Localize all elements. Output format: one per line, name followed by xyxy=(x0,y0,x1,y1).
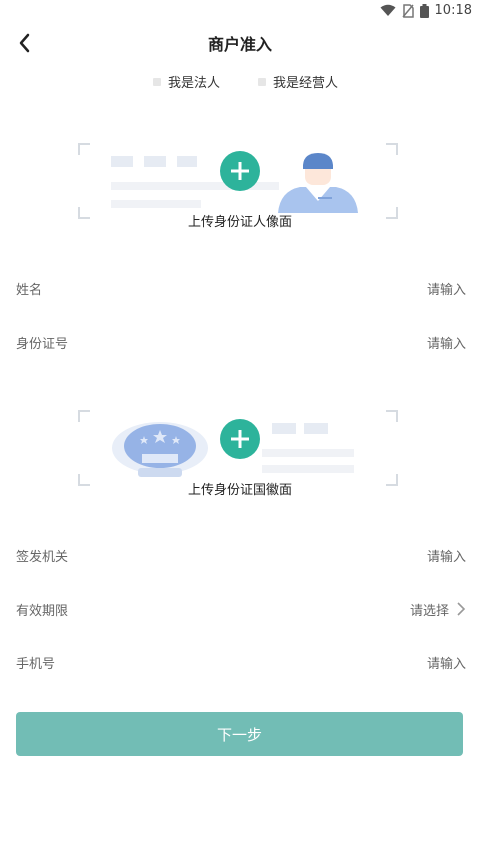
status-icons: 10:18 xyxy=(380,3,472,18)
upload-id-front-area[interactable] xyxy=(78,143,398,219)
add-photo-icon[interactable] xyxy=(220,419,260,459)
frame-corner xyxy=(78,410,90,422)
add-photo-icon[interactable] xyxy=(220,151,260,191)
id-placeholder-block xyxy=(144,156,166,167)
id-placeholder-line xyxy=(111,200,201,208)
name-label: 姓名 xyxy=(16,283,43,298)
phone-input[interactable]: 请输入 xyxy=(427,653,466,672)
role-legal-person-option[interactable]: 我是法人 xyxy=(153,72,220,91)
battery-icon xyxy=(419,3,429,18)
id-placeholder-line xyxy=(262,465,354,473)
frame-corner xyxy=(386,143,398,155)
checkbox-icon[interactable] xyxy=(153,77,161,86)
issuer-label: 签发机关 xyxy=(16,550,69,565)
frame-corner xyxy=(386,410,398,422)
next-step-button[interactable]: 下一步 xyxy=(16,712,463,756)
issuer-field-row[interactable]: 签发机关 请输入 xyxy=(16,546,466,568)
checkbox-icon[interactable] xyxy=(258,77,266,86)
id-placeholder-block xyxy=(304,423,328,434)
issuer-input[interactable]: 请输入 xyxy=(427,546,466,565)
id-placeholder-block xyxy=(177,156,197,167)
id-placeholder-line xyxy=(262,449,354,457)
frame-corner xyxy=(78,143,90,155)
id-number-field-row[interactable]: 身份证号 请输入 xyxy=(16,333,466,355)
validity-select[interactable]: 请选择 xyxy=(410,600,449,619)
role-operator-label: 我是经营人 xyxy=(273,76,339,91)
id-placeholder-block xyxy=(272,423,296,434)
id-number-label: 身份证号 xyxy=(16,337,69,352)
name-field-row[interactable]: 姓名 请输入 xyxy=(16,279,466,301)
upload-id-front-label: 上传身份证人像面 xyxy=(187,215,292,230)
validity-field-row[interactable]: 有效期限 请选择 xyxy=(16,600,466,622)
id-number-input[interactable]: 请输入 xyxy=(427,333,466,352)
role-legal-person-label: 我是法人 xyxy=(168,76,221,91)
status-time: 10:18 xyxy=(434,3,472,18)
upload-id-back-label: 上传身份证国徽面 xyxy=(187,483,292,498)
upload-id-back-area[interactable] xyxy=(78,410,398,486)
id-placeholder-block xyxy=(111,156,133,167)
role-operator-option[interactable]: 我是经营人 xyxy=(258,72,338,91)
wifi-icon xyxy=(380,4,396,16)
name-input[interactable]: 请输入 xyxy=(427,279,466,298)
phone-label: 手机号 xyxy=(16,657,56,672)
page-title: 商户准入 xyxy=(207,35,272,54)
validity-label: 有效期限 xyxy=(16,604,69,619)
nav-bar: 商户准入 xyxy=(0,24,480,60)
status-bar: 10:18 xyxy=(0,0,480,24)
portrait-icon xyxy=(278,153,358,213)
national-emblem-icon xyxy=(112,422,208,477)
no-sim-icon xyxy=(401,3,414,18)
role-selector: 我是法人 我是经营人 xyxy=(0,72,480,92)
phone-field-row[interactable]: 手机号 请输入 xyxy=(16,653,466,675)
chevron-right-icon[interactable] xyxy=(456,602,466,616)
